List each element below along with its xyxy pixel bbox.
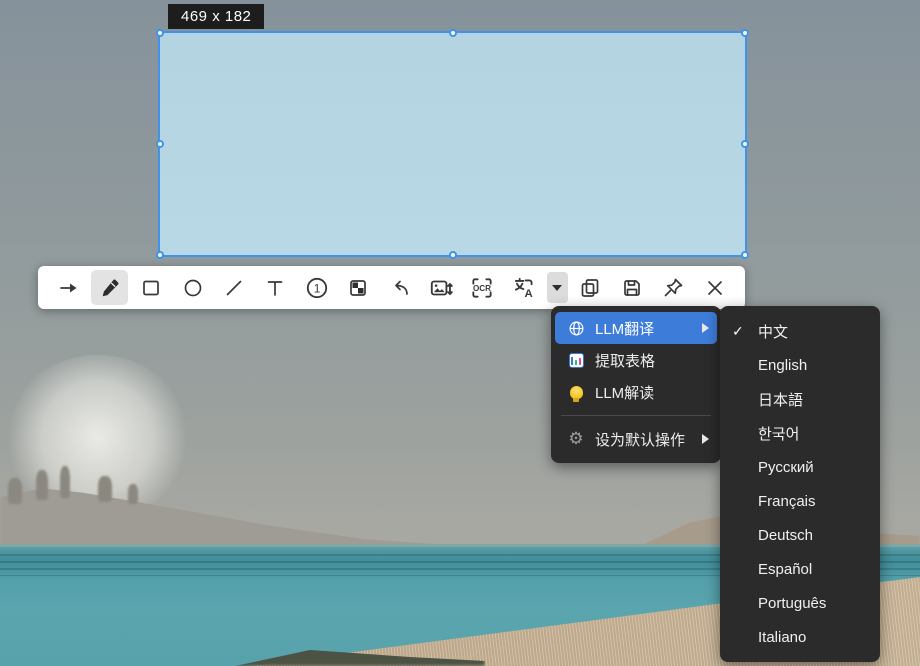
menu-item-set-default-action[interactable]: ⚙ 设为默认操作 bbox=[555, 423, 717, 455]
menu-item-label: LLM翻译 bbox=[595, 318, 702, 339]
language-submenu: ✓ 中文 English 日本語 한국어 Русский Français De… bbox=[720, 306, 880, 662]
language-item-chinese[interactable]: ✓ 中文 bbox=[720, 314, 880, 348]
undo-icon bbox=[388, 276, 412, 300]
resize-handle-s[interactable] bbox=[449, 251, 457, 259]
menu-item-extract-table[interactable]: 提取表格 bbox=[555, 344, 717, 376]
number-one-icon: 1 bbox=[304, 275, 330, 301]
table-icon bbox=[567, 351, 585, 369]
language-label: English bbox=[758, 357, 807, 374]
tree bbox=[60, 466, 70, 498]
text-tool-button[interactable] bbox=[257, 270, 294, 305]
pencil-icon bbox=[98, 276, 122, 300]
close-button[interactable] bbox=[696, 270, 733, 305]
copy-button[interactable] bbox=[572, 270, 609, 305]
pin-icon bbox=[661, 276, 685, 300]
lightbulb-icon bbox=[567, 383, 585, 401]
close-icon bbox=[703, 276, 727, 300]
resize-handle-nw[interactable] bbox=[156, 29, 164, 37]
arrow-tool-button[interactable] bbox=[50, 270, 87, 305]
number-badge-tool-button[interactable]: 1 bbox=[298, 270, 335, 305]
resize-handle-se[interactable] bbox=[741, 251, 749, 259]
resize-handle-sw[interactable] bbox=[156, 251, 164, 259]
globe-icon bbox=[567, 319, 585, 337]
language-item-spanish[interactable]: Español bbox=[720, 552, 880, 586]
rectangle-tool-button[interactable] bbox=[133, 270, 170, 305]
language-label: Español bbox=[758, 561, 812, 578]
menu-item-label: LLM解读 bbox=[595, 382, 709, 403]
save-button[interactable] bbox=[613, 270, 650, 305]
image-resize-icon bbox=[428, 275, 454, 301]
tree bbox=[98, 476, 112, 502]
text-icon bbox=[263, 276, 287, 300]
language-label: Italiano bbox=[758, 629, 806, 646]
translate-dropdown-button[interactable] bbox=[547, 272, 568, 303]
selection-size-badge: 469 x 182 bbox=[168, 4, 264, 29]
language-item-italian[interactable]: Italiano bbox=[720, 620, 880, 654]
language-item-french[interactable]: Français bbox=[720, 484, 880, 518]
language-item-korean[interactable]: 한국어 bbox=[720, 416, 880, 450]
undo-button[interactable] bbox=[381, 270, 418, 305]
language-label: 中文 bbox=[758, 321, 788, 342]
tree bbox=[8, 478, 22, 504]
mosaic-icon bbox=[346, 276, 370, 300]
screenshot-selection-region[interactable] bbox=[158, 31, 747, 257]
language-item-japanese[interactable]: 日本語 bbox=[720, 382, 880, 416]
language-item-english[interactable]: English bbox=[720, 348, 880, 382]
pencil-tool-button[interactable] bbox=[91, 270, 128, 305]
checkmark-icon: ✓ bbox=[732, 323, 752, 340]
rectangle-icon bbox=[139, 276, 163, 300]
ellipse-icon bbox=[181, 276, 205, 300]
chevron-down-icon bbox=[552, 285, 562, 291]
submenu-arrow-icon bbox=[702, 434, 709, 444]
ocr-button[interactable]: OCR bbox=[464, 270, 501, 305]
submenu-arrow-icon bbox=[702, 323, 709, 333]
tree bbox=[36, 470, 48, 500]
language-item-russian[interactable]: Русский bbox=[720, 450, 880, 484]
ocr-icon: OCR bbox=[469, 275, 495, 301]
menu-item-label: 提取表格 bbox=[595, 350, 709, 371]
resize-handle-e[interactable] bbox=[741, 140, 749, 148]
action-context-menu: LLM翻译 提取表格 LLM解读 ⚙ 设为默认操作 bbox=[551, 306, 721, 463]
gear-icon: ⚙ bbox=[567, 430, 585, 448]
menu-item-llm-translate[interactable]: LLM翻译 bbox=[555, 312, 717, 344]
arrow-icon bbox=[57, 276, 81, 300]
menu-item-llm-interpret[interactable]: LLM解读 bbox=[555, 376, 717, 408]
svg-text:1: 1 bbox=[313, 281, 320, 295]
language-label: Русский bbox=[758, 459, 814, 476]
resize-handle-ne[interactable] bbox=[741, 29, 749, 37]
language-item-german[interactable]: Deutsch bbox=[720, 518, 880, 552]
translate-button[interactable]: A bbox=[505, 270, 542, 305]
image-resize-button[interactable] bbox=[422, 270, 459, 305]
line-tool-button[interactable] bbox=[216, 270, 253, 305]
resize-handle-n[interactable] bbox=[449, 29, 457, 37]
tree bbox=[128, 484, 138, 504]
pin-button[interactable] bbox=[655, 270, 692, 305]
svg-text:A: A bbox=[524, 288, 532, 300]
ellipse-tool-button[interactable] bbox=[174, 270, 211, 305]
language-label: 한국어 bbox=[758, 423, 799, 444]
translate-icon: A bbox=[511, 275, 537, 301]
language-label: 日本語 bbox=[758, 389, 803, 410]
language-label: Português bbox=[758, 595, 826, 612]
language-item-portuguese[interactable]: Português bbox=[720, 586, 880, 620]
save-icon bbox=[620, 276, 644, 300]
svg-text:OCR: OCR bbox=[473, 284, 491, 293]
copy-icon bbox=[578, 276, 602, 300]
screenshot-toolbar: 1 OCR A bbox=[38, 266, 745, 309]
menu-item-label: 设为默认操作 bbox=[595, 429, 702, 450]
language-label: Français bbox=[758, 493, 816, 510]
menu-separator bbox=[561, 415, 711, 416]
mosaic-tool-button[interactable] bbox=[340, 270, 377, 305]
language-label: Deutsch bbox=[758, 527, 813, 544]
resize-handle-w[interactable] bbox=[156, 140, 164, 148]
line-icon bbox=[222, 276, 246, 300]
